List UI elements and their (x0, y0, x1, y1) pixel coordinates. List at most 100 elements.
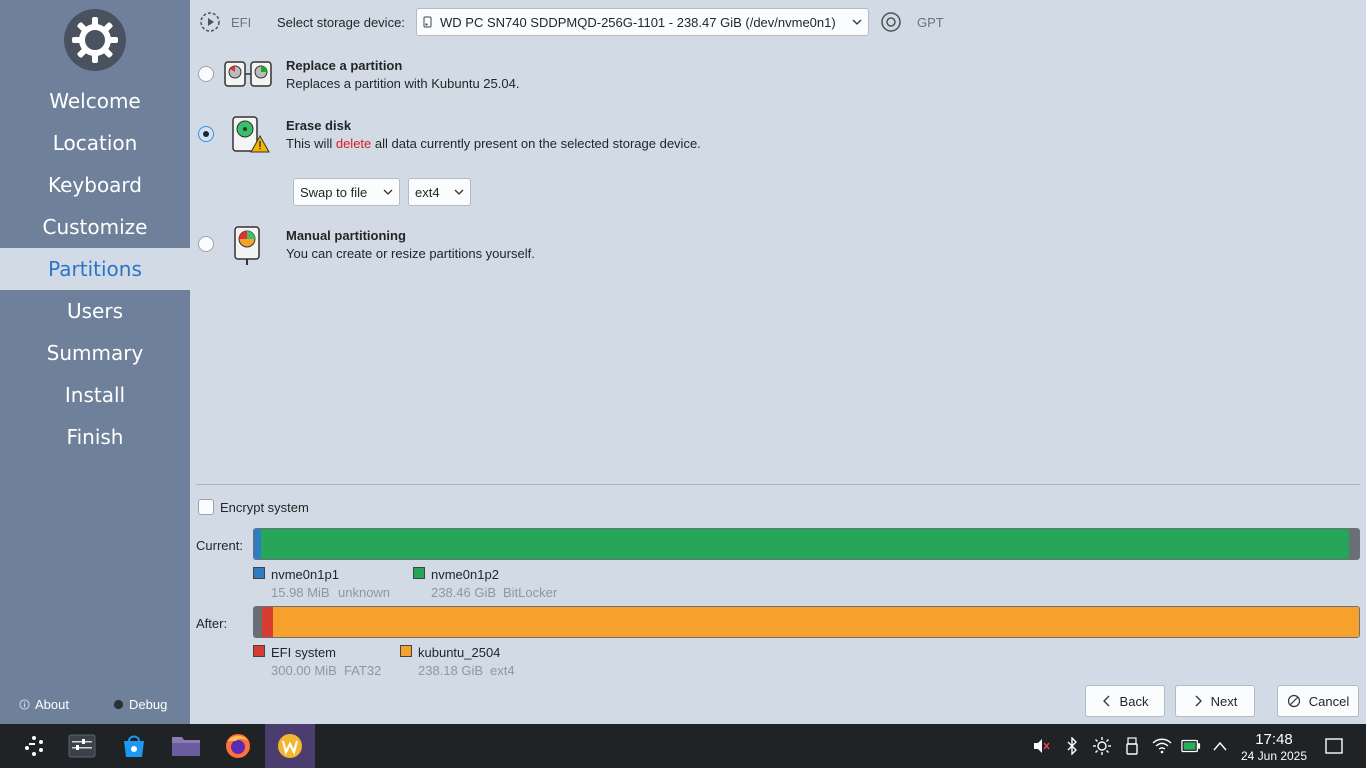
debug-button[interactable]: Debug (113, 697, 167, 712)
volume-muted-icon[interactable] (1031, 736, 1051, 756)
legend-swatch (413, 567, 425, 579)
sidebar-item-install[interactable]: Install (0, 374, 190, 416)
replace-partition-icon (224, 61, 272, 87)
sidebar-item-customize[interactable]: Customize (0, 206, 190, 248)
partitions-page: EFI Select storage device: WD PC SN740 S… (190, 0, 1366, 724)
legend-fs: ext4 (490, 663, 515, 678)
erase-disk-icon (232, 116, 270, 153)
replace-partition-desc: Replaces a partition with Kubuntu 25.04. (286, 76, 520, 91)
clock-time: 17:48 (1255, 731, 1293, 748)
storage-device-label: Select storage device: (277, 15, 405, 30)
legend-size: 238.18 GiB (418, 663, 484, 678)
after-bar-seg-gap (254, 607, 262, 637)
back-button-label: Back (1119, 693, 1149, 709)
legend-fs: unknown (338, 585, 391, 600)
chevron-up-icon[interactable] (1210, 736, 1230, 756)
cancel-icon (1287, 694, 1300, 708)
clock[interactable]: 17:48 24 Jun 2025 (1236, 731, 1312, 763)
erase-disk-desc-pre: This will (286, 136, 336, 151)
sidebar-item-users[interactable]: Users (0, 290, 190, 332)
encrypt-system-checkbox[interactable] (198, 499, 214, 515)
current-label: Current: (196, 538, 243, 553)
back-button[interactable]: Back (1085, 685, 1165, 717)
next-button-label: Next (1210, 693, 1238, 709)
sidebar-item-location[interactable]: Location (0, 122, 190, 164)
sidebar-item-keyboard[interactable]: Keyboard (0, 164, 190, 206)
taskbar-installer-app[interactable] (265, 724, 315, 768)
clock-date: 24 Jun 2025 (1240, 749, 1308, 763)
app-launcher-button[interactable] (9, 724, 59, 768)
firefox-icon (226, 734, 250, 758)
show-desktop-icon[interactable] (1324, 736, 1344, 756)
chevron-down-icon (454, 189, 464, 195)
manual-partitioning-desc: You can create or resize partitions your… (286, 246, 535, 261)
legend-fs: BitLocker (503, 585, 558, 600)
current-bar-seg-nvme0n1p2 (261, 529, 1349, 559)
replace-partition-radio[interactable] (198, 66, 214, 82)
chevron-down-icon (383, 189, 393, 195)
after-bar-seg-kubuntu (273, 607, 1359, 637)
folder-icon (172, 737, 200, 756)
discover-store-icon (124, 735, 144, 757)
legend-name: EFI system (271, 645, 337, 660)
wifi-icon[interactable] (1152, 736, 1172, 756)
legend-name: nvme0n1p1 (271, 567, 339, 582)
drive-icon (423, 16, 432, 28)
manual-partitioning-radio[interactable] (198, 236, 214, 252)
swap-select-value: Swap to file (300, 184, 368, 200)
manual-partitioning-icon (234, 226, 260, 265)
erase-disk-desc-delete: delete (335, 136, 372, 151)
chevron-left-icon (1102, 695, 1110, 707)
encrypt-system-label: Encrypt system (220, 500, 309, 515)
kubuntu-logo (64, 9, 126, 71)
taskbar-settings-app[interactable] (57, 724, 107, 768)
next-button[interactable]: Next (1175, 685, 1255, 717)
legend-name: nvme0n1p2 (431, 567, 499, 582)
swap-select[interactable]: Swap to file (293, 178, 400, 206)
replace-partition-title: Replace a partition (286, 58, 403, 73)
erase-disk-radio[interactable] (198, 126, 214, 142)
taskbar-files-app[interactable] (161, 724, 211, 768)
current-bar-seg-nvme0n1p1 (254, 529, 261, 559)
chevron-right-icon (1195, 695, 1202, 707)
efi-label: EFI (231, 15, 252, 30)
erase-disk-desc: This will delete all data currently pres… (286, 136, 701, 151)
current-bar-seg-free (1349, 529, 1359, 559)
erase-disk-desc-post: all data currently present on the select… (371, 136, 701, 151)
sidebar-item-summary[interactable]: Summary (0, 332, 190, 374)
storage-device-value: WD PC SN740 SDDPMQD-256G-1101 - 238.47 G… (440, 14, 836, 30)
after-bar-seg-efi (262, 607, 273, 637)
legend-fs: FAT32 (344, 663, 382, 678)
battery-icon[interactable] (1181, 736, 1201, 756)
taskbar-firefox-app[interactable] (213, 724, 263, 768)
partition-table-icon (881, 12, 901, 32)
cancel-button[interactable]: Cancel (1277, 685, 1359, 717)
sidebar: Welcome Location Keyboard Customize Part… (0, 0, 190, 724)
info-icon (19, 699, 30, 710)
manual-partitioning-title: Manual partitioning (286, 228, 406, 243)
legend-name: kubuntu_2504 (418, 645, 501, 660)
divider (196, 484, 1360, 485)
brightness-icon[interactable] (1092, 736, 1112, 756)
legend-swatch (253, 645, 265, 657)
filesystem-select[interactable]: ext4 (408, 178, 471, 206)
about-button[interactable]: About (19, 697, 69, 712)
sidebar-item-welcome[interactable]: Welcome (0, 80, 190, 122)
about-label: About (35, 697, 69, 712)
partition-table-type: GPT (917, 15, 944, 30)
legend-swatch (400, 645, 412, 657)
kubuntu-launcher-icon (25, 736, 43, 756)
storage-device-select[interactable]: WD PC SN740 SDDPMQD-256G-1101 - 238.47 G… (416, 8, 869, 36)
bluetooth-icon[interactable] (1062, 736, 1082, 756)
removable-device-icon[interactable] (1122, 736, 1142, 756)
sidebar-item-partitions[interactable]: Partitions (0, 248, 190, 290)
sidebar-item-finish[interactable]: Finish (0, 416, 190, 458)
current-partition-bar (253, 528, 1360, 560)
legend-size: 300.00 MiB (271, 663, 337, 678)
cancel-button-label: Cancel (1308, 693, 1350, 709)
legend-size: 238.46 GiB (431, 585, 497, 600)
erase-disk-title: Erase disk (286, 118, 352, 133)
taskbar-discover-app[interactable] (109, 724, 159, 768)
bug-icon (113, 699, 124, 710)
legend-swatch (253, 567, 265, 579)
